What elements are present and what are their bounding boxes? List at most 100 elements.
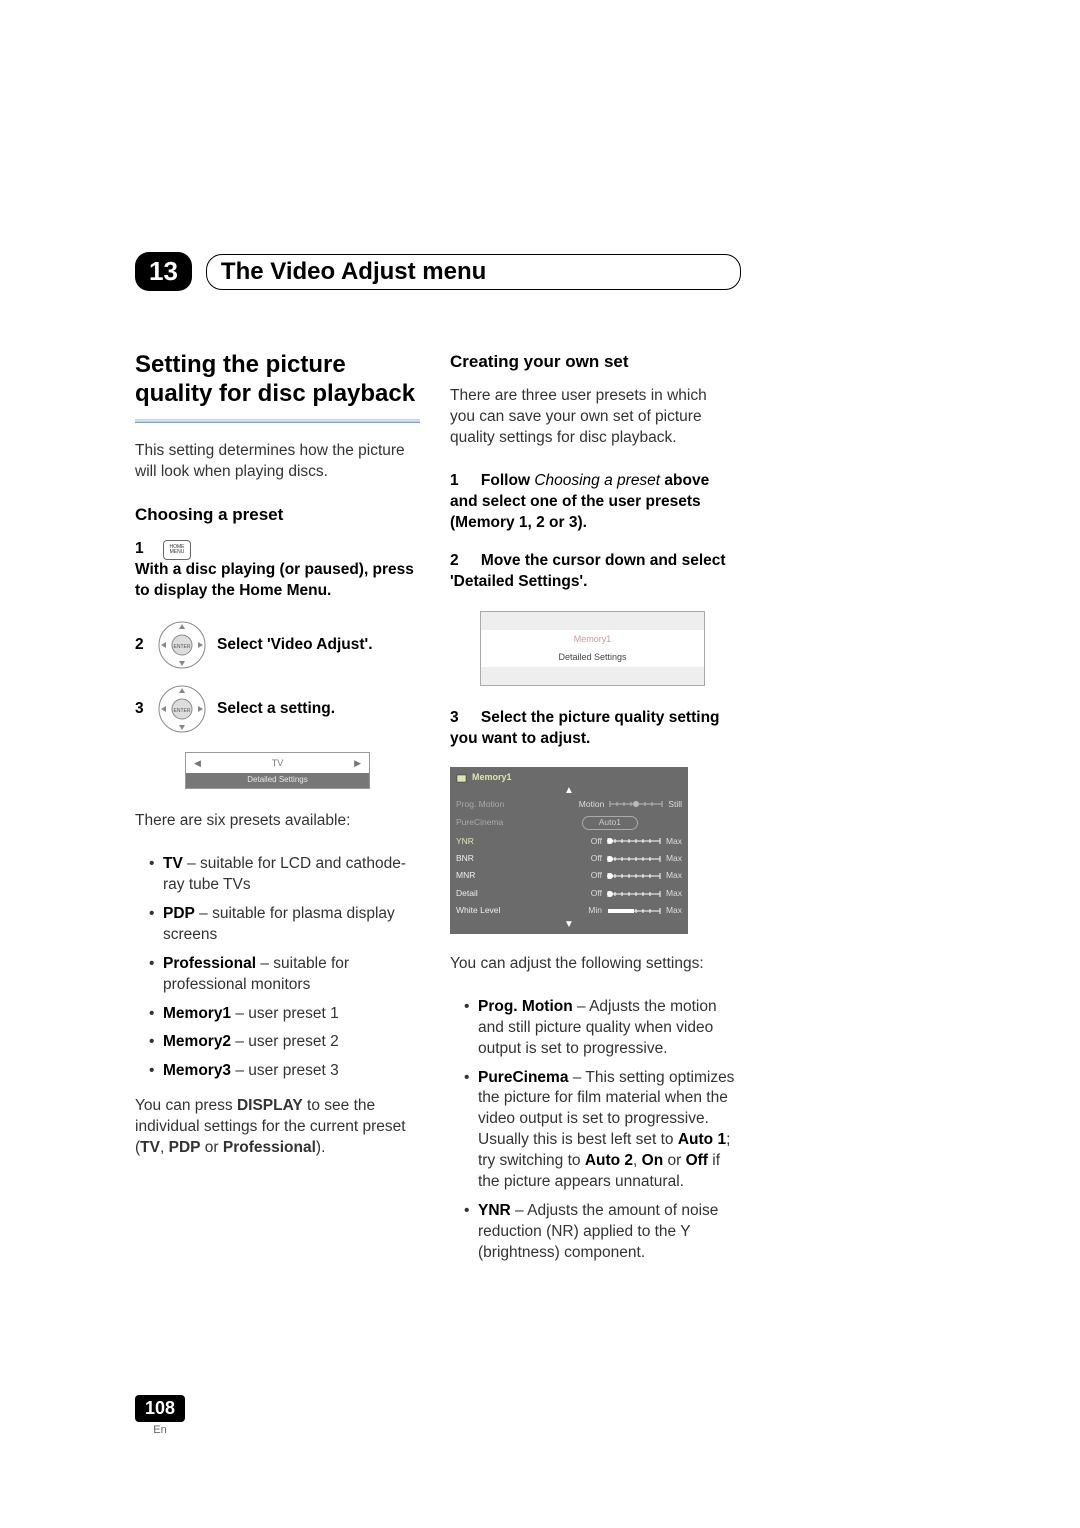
presets-intro: There are six presets available: bbox=[135, 811, 420, 832]
dpad-enter-icon: ENTER bbox=[157, 620, 207, 670]
step-1: 1 Follow Choosing a preset above and sel… bbox=[450, 471, 735, 534]
chapter-title-pill: The Video Adjust menu bbox=[206, 254, 741, 290]
presets-list: TV – suitable for LCD and cathode-ray tu… bbox=[135, 854, 420, 1082]
setting-name: MNR bbox=[450, 867, 532, 884]
step-3: 3 Select the picture quality setting you… bbox=[450, 708, 735, 750]
step-3-text: Select a setting. bbox=[217, 699, 335, 720]
memory-row: Memory1 bbox=[481, 630, 704, 648]
list-item: TV – suitable for LCD and cathode-ray tu… bbox=[149, 854, 420, 896]
list-item: PDP – suitable for plasma display screen… bbox=[149, 904, 420, 946]
setting-value-pill: Auto1 bbox=[582, 816, 638, 829]
chapter-number-badge: 13 bbox=[135, 252, 192, 291]
step-number: 1 bbox=[135, 539, 157, 560]
slider-max-label: Max bbox=[662, 853, 682, 863]
slider-max-label: Max bbox=[662, 870, 682, 880]
page-number-badge: 108 bbox=[135, 1395, 185, 1422]
step-3-text: Select the picture quality setting you w… bbox=[450, 709, 720, 747]
slider-max-label: Max bbox=[662, 905, 682, 915]
panel-title-row: Memory1 bbox=[450, 767, 688, 785]
language-label: En bbox=[135, 1424, 185, 1436]
step-2-text: Move the cursor down and select 'Detaile… bbox=[450, 552, 726, 590]
table-row: White Level MinMax bbox=[450, 902, 688, 919]
text: , bbox=[160, 1139, 169, 1156]
step-number: 1 bbox=[450, 471, 468, 492]
text: PDP bbox=[169, 1139, 201, 1156]
slider-icon bbox=[606, 855, 662, 863]
text: Auto 1 bbox=[678, 1131, 726, 1148]
text: On bbox=[642, 1152, 664, 1169]
text: You can press bbox=[135, 1097, 237, 1114]
detailed-settings-row: Detailed Settings bbox=[481, 648, 704, 666]
chapter-header: 13 The Video Adjust menu bbox=[135, 252, 955, 291]
step-2: 2 ENTER Select 'Video Adjust'. bbox=[135, 620, 420, 670]
heading-underline bbox=[135, 419, 420, 423]
preset-name: Memory3 bbox=[163, 1062, 231, 1079]
list-item: Memory1 – user preset 1 bbox=[149, 1004, 420, 1025]
detailed-settings-row: Detailed Settings bbox=[186, 773, 369, 788]
setting-name: Detail bbox=[450, 885, 532, 902]
setting-name: Prog. Motion bbox=[450, 796, 532, 813]
text: or bbox=[200, 1139, 222, 1156]
content-columns: Setting the picture quality for disc pla… bbox=[135, 351, 955, 1278]
adjust-intro: You can adjust the following settings: bbox=[450, 954, 735, 975]
dpad-enter-icon: ENTER bbox=[157, 684, 207, 734]
slider-max-label: Max bbox=[662, 888, 682, 898]
slider-icon bbox=[608, 800, 664, 808]
step-number: 3 bbox=[135, 699, 157, 720]
right-column: Creating your own set There are three us… bbox=[450, 351, 735, 1278]
preset-desc: – user preset 2 bbox=[231, 1033, 339, 1050]
list-item: Professional – suitable for professional… bbox=[149, 954, 420, 996]
list-item: Memory3 – user preset 3 bbox=[149, 1061, 420, 1082]
preset-name: Memory2 bbox=[163, 1033, 231, 1050]
preset-desc: – suitable for LCD and cathode-ray tube … bbox=[163, 855, 406, 893]
panel-title: Memory1 bbox=[472, 771, 512, 783]
preset-name: Professional bbox=[163, 955, 256, 972]
list-item: PureCinema – This setting optimizes the … bbox=[464, 1068, 735, 1194]
step-1-text: With a disc playing (or paused), press t… bbox=[135, 560, 420, 602]
home-menu-label-bottom: MENU bbox=[170, 550, 185, 555]
setting-name: White Level bbox=[450, 902, 532, 919]
table-row: MNR Off Max bbox=[450, 867, 688, 884]
preset-desc: – user preset 1 bbox=[231, 1005, 339, 1022]
slider-min-label: Off bbox=[591, 870, 606, 880]
setting-name: YNR bbox=[450, 833, 532, 850]
scroll-up-arrow-icon: ▲ bbox=[450, 786, 688, 796]
setting-name: BNR bbox=[450, 850, 532, 867]
memory-panel: Memory1 Detailed Settings bbox=[480, 611, 705, 685]
setting-name: Prog. Motion bbox=[478, 998, 573, 1015]
list-item: Memory2 – user preset 2 bbox=[149, 1032, 420, 1053]
table-row: YNR Off Max bbox=[450, 833, 688, 850]
step-number: 3 bbox=[450, 708, 468, 729]
settings-table: Prog. Motion MotionStill PureCinema Auto… bbox=[450, 796, 688, 920]
left-column: Setting the picture quality for disc pla… bbox=[135, 351, 420, 1278]
svg-text:ENTER: ENTER bbox=[174, 708, 191, 714]
list-item: Prog. Motion – Adjusts the motion and st… bbox=[464, 997, 735, 1060]
slider-icon bbox=[606, 872, 662, 880]
setting-desc: – Adjusts the amount of noise reduction … bbox=[478, 1202, 718, 1261]
home-menu-button-icon: HOME MENU bbox=[163, 540, 191, 560]
slider-icon bbox=[606, 890, 662, 898]
subsection-heading: Creating your own set bbox=[450, 351, 735, 374]
preset-desc: – user preset 3 bbox=[231, 1062, 339, 1079]
slider-min-label: Off bbox=[591, 853, 606, 863]
setting-name: YNR bbox=[478, 1202, 511, 1219]
display-note: You can press DISPLAY to see the individ… bbox=[135, 1096, 420, 1159]
slider-max-label: Max bbox=[662, 836, 682, 846]
slider-min-label: Off bbox=[591, 836, 606, 846]
list-item: YNR – Adjusts the amount of noise reduct… bbox=[464, 1201, 735, 1264]
preset-selector-row: ◀ TV ▶ bbox=[186, 753, 369, 773]
panel-top bbox=[481, 612, 704, 630]
text: Follow bbox=[481, 472, 534, 489]
page-footer: 108 En bbox=[135, 1395, 185, 1436]
subsection-heading: Choosing a preset bbox=[135, 504, 420, 527]
step-number: 2 bbox=[450, 551, 468, 572]
subsection-intro: There are three user presets in which yo… bbox=[450, 386, 735, 449]
step-2-text: Select 'Video Adjust'. bbox=[217, 635, 373, 656]
slider-min-label: Off bbox=[591, 888, 606, 898]
text: Professional bbox=[223, 1139, 316, 1156]
text: or bbox=[663, 1152, 685, 1169]
text: , bbox=[633, 1152, 642, 1169]
settings-description-list: Prog. Motion – Adjusts the motion and st… bbox=[450, 997, 735, 1264]
svg-text:ENTER: ENTER bbox=[174, 644, 191, 650]
preset-selector-panel: ◀ TV ▶ Detailed Settings bbox=[185, 752, 370, 789]
